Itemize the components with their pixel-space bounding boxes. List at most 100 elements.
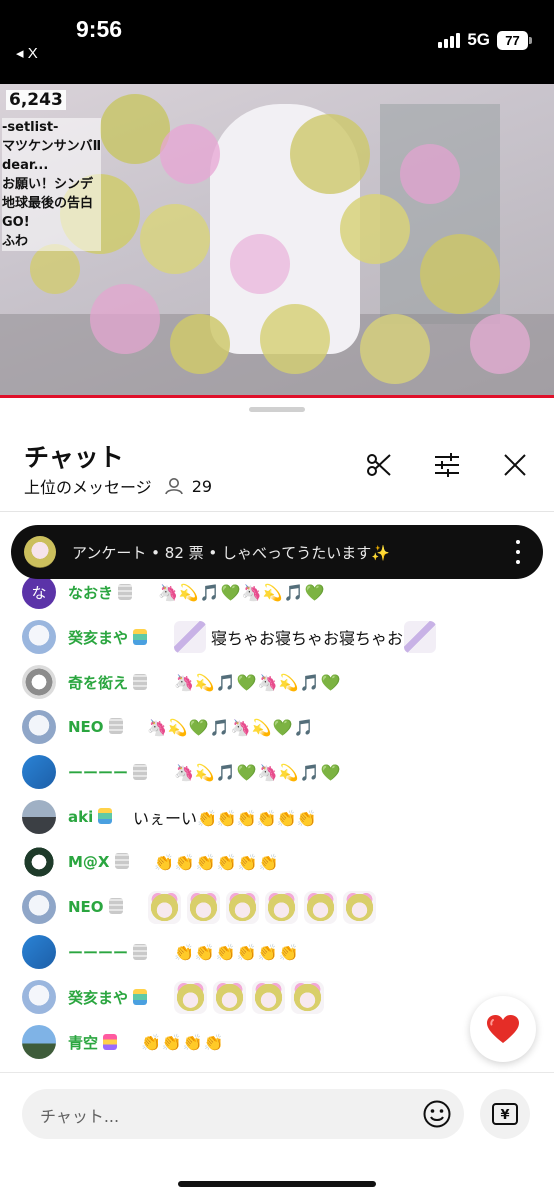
super-chat-button[interactable]: ¥ <box>480 1089 530 1139</box>
scissors-icon[interactable] <box>364 450 394 480</box>
chat-author[interactable]: 青空 <box>68 1032 118 1053</box>
chat-message-text: 👏👏👏👏👏👏 <box>174 942 300 962</box>
chat-message-text: 🦄💫🎵💚🦄💫🎵💚 <box>174 762 342 782</box>
member-badge-icon <box>133 988 148 1005</box>
chat-message-text: 🦄💫🎵💚🦄💫🎵💚 <box>158 582 326 602</box>
member-badge-icon <box>133 763 148 780</box>
status-bar: 9:56 ◂ X 5G 77 <box>0 0 554 84</box>
member-badge-icon <box>133 943 148 960</box>
sticker-sword-icon <box>404 621 436 653</box>
sticker-icon <box>265 890 298 924</box>
chat-header-divider <box>0 511 554 512</box>
chat-title: チャット <box>24 443 124 472</box>
heart-reaction-button[interactable] <box>470 996 536 1062</box>
sticker-icon <box>213 980 246 1014</box>
chat-author[interactable]: M@X <box>68 853 129 871</box>
currency-icon: ¥ <box>492 1103 518 1125</box>
member-badge-icon <box>108 718 123 734</box>
chat-author[interactable]: 癸亥まや <box>68 627 148 648</box>
screen: 9:56 ◂ X 5G 77 6,243 -setlist- マツケンサンバⅡ … <box>0 0 554 1200</box>
member-badge-icon <box>133 673 148 690</box>
battery-icon: 77 <box>497 30 532 50</box>
avatar <box>22 665 56 699</box>
sticker-icon <box>252 980 285 1014</box>
chat-message[interactable]: ーーーー 👏👏👏👏👏👏 <box>0 932 554 972</box>
avatar <box>22 800 56 834</box>
member-badge-icon <box>98 808 113 824</box>
member-badge-icon <box>133 628 148 645</box>
chat-message[interactable]: aki いぇーい👏👏👏👏👏👏 <box>0 797 554 837</box>
person-icon <box>164 478 183 495</box>
chat-message-text: いぇーい👏👏👏👏👏👏 <box>133 809 317 828</box>
chat-author[interactable]: ーーーー <box>68 942 148 963</box>
chat-mode-label: 上位のメッセージ <box>24 478 152 497</box>
heart-icon <box>487 1015 519 1043</box>
avatar: な <box>22 575 56 609</box>
sticker-row <box>174 980 324 1014</box>
avatar <box>22 845 56 879</box>
chat-author[interactable]: NEO <box>68 898 123 916</box>
status-indicators: 5G 77 <box>438 30 532 50</box>
chat-message[interactable]: M@X 👏👏👏👏👏👏 <box>0 842 554 882</box>
poll-text: アンケート • 82 票 • しゃべってうたいます✨ <box>72 543 390 562</box>
member-badge-icon <box>103 1033 118 1050</box>
chat-message[interactable]: 癸亥まや <box>0 977 554 1017</box>
sticker-icon <box>291 980 324 1014</box>
avatar <box>22 1025 56 1059</box>
stream-overlay-text: -setlist- マツケンサンバⅡ dear... お願い！シンデ 地球最後の… <box>2 118 102 251</box>
chat-message-text: 🦄💫💚🎵🦄💫💚🎵 <box>147 717 315 737</box>
sticker-icon <box>187 890 220 924</box>
currency-symbol: ¥ <box>500 1108 509 1123</box>
battery-level: 77 <box>497 30 528 50</box>
signal-icon <box>438 32 461 48</box>
chat-input[interactable]: チャット... <box>22 1089 464 1139</box>
chat-message[interactable]: NEO <box>0 887 554 927</box>
member-badge-icon <box>114 853 129 869</box>
avatar <box>22 755 56 789</box>
chat-input-placeholder: チャット... <box>40 1107 120 1126</box>
chat-message-text: 👏👏👏👏 <box>141 1032 225 1052</box>
avatar <box>22 890 56 924</box>
chat-author[interactable]: aki <box>68 808 113 826</box>
member-badge-icon <box>108 898 123 914</box>
chat-message[interactable]: NEO 🦄💫💚🎵🦄💫💚🎵 <box>0 707 554 747</box>
sticker-icon <box>148 890 181 924</box>
chat-message-text: 寝ちゃお寝ちゃお寝ちゃお <box>211 629 404 648</box>
sticker-icon <box>174 980 207 1014</box>
stream-viewer-count: 6,243 <box>6 90 66 110</box>
sticker-row <box>148 890 376 924</box>
avatar <box>22 935 56 969</box>
chat-mode-selector[interactable]: 上位のメッセージ 29 <box>24 474 212 498</box>
sticker-icon <box>343 890 376 924</box>
chat-message-text: 🦄💫🎵💚🦄💫🎵💚 <box>174 672 342 692</box>
chat-viewer-count: 29 <box>191 476 213 496</box>
more-vert-icon[interactable] <box>515 540 521 564</box>
home-indicator[interactable] <box>178 1181 376 1187</box>
chat-message[interactable]: 癸亥まや 寝ちゃお寝ちゃお寝ちゃお <box>0 617 554 657</box>
chat-author[interactable]: なおき <box>68 582 133 603</box>
poll-banner[interactable]: アンケート • 82 票 • しゃべってうたいます✨ <box>11 525 543 579</box>
sticker-sword-icon <box>174 621 206 653</box>
sheet-grabber[interactable] <box>249 407 305 412</box>
avatar <box>22 980 56 1014</box>
chat-message-text: 👏👏👏👏👏👏 <box>154 852 280 872</box>
emoji-icon[interactable] <box>422 1099 452 1129</box>
avatar <box>22 620 56 654</box>
chat-author[interactable]: NEO <box>68 718 123 736</box>
status-time: 9:56 <box>76 16 123 42</box>
sticker-icon <box>304 890 337 924</box>
chat-author[interactable]: 癸亥まや <box>68 987 148 1008</box>
video-player[interactable]: 6,243 -setlist- マツケンサンバⅡ dear... お願い！シンデ… <box>0 84 554 398</box>
tune-icon[interactable] <box>432 450 462 480</box>
network-type: 5G <box>467 30 490 49</box>
sticker-icon <box>226 890 259 924</box>
member-badge-icon <box>118 583 133 600</box>
avatar <box>22 710 56 744</box>
chat-message[interactable]: ーーーー 🦄💫🎵💚🦄💫🎵💚 <box>0 752 554 792</box>
close-icon[interactable] <box>500 450 530 480</box>
chat-author[interactable]: ーーーー <box>68 762 148 783</box>
chat-message[interactable]: 奇を衒え 🦄💫🎵💚🦄💫🎵💚 <box>0 662 554 702</box>
chat-author[interactable]: 奇を衒え <box>68 672 148 693</box>
back-to-app-link[interactable]: ◂ X <box>16 44 38 62</box>
poll-avatar <box>24 536 56 568</box>
